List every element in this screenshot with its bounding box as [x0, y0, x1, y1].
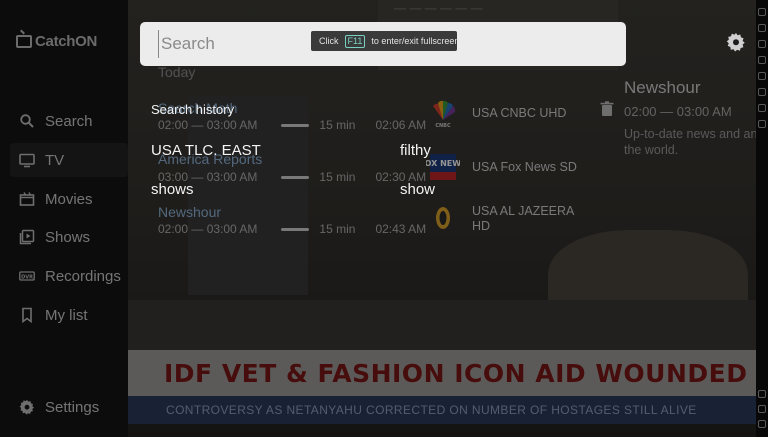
fullscreen-hint-prefix: Click: [319, 36, 339, 46]
search-history-item[interactable]: show: [400, 181, 435, 198]
gear-icon[interactable]: [726, 32, 746, 52]
fullscreen-hint-suffix: to enter/exit fullscreen: [371, 36, 460, 46]
f11-key-badge: F11: [344, 34, 366, 48]
search-history-item[interactable]: shows: [151, 181, 194, 198]
search-history-item[interactable]: USA TLC. EAST: [151, 142, 261, 159]
search-history-item[interactable]: filthy: [400, 142, 431, 159]
search-history-title: Search history: [151, 102, 235, 117]
fullscreen-hint: Click F11 to enter/exit fullscreen: [311, 31, 460, 51]
